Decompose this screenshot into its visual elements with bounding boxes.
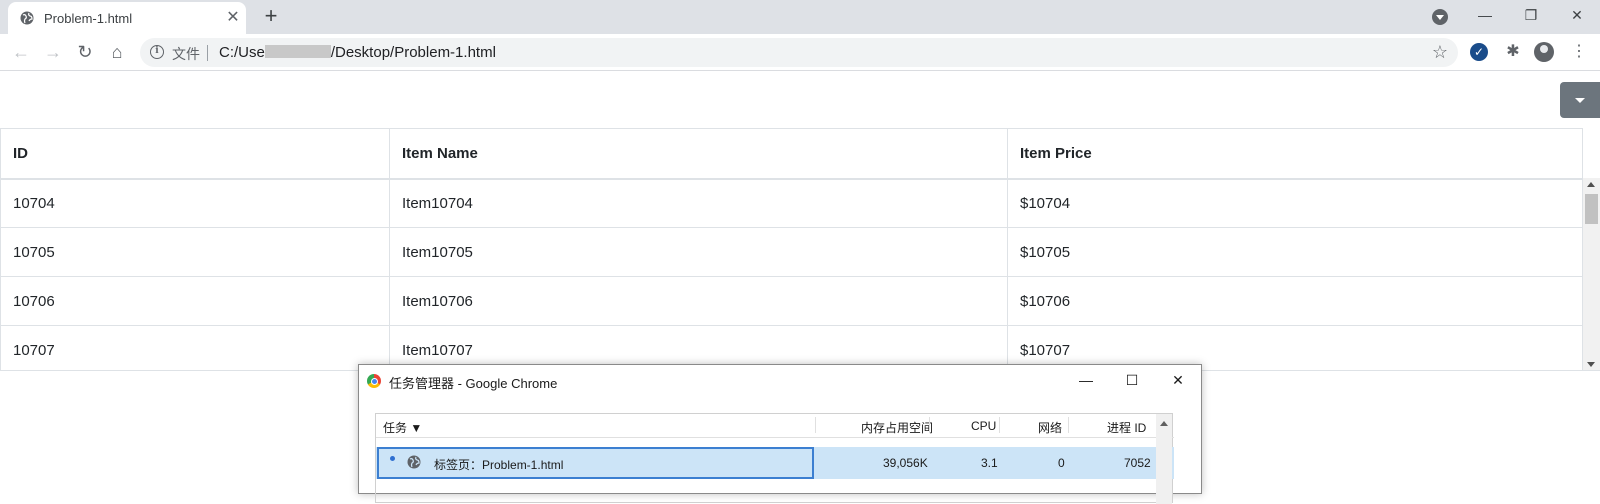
table-row: 10706 Item10706 $10706 [0,276,1583,326]
window-restore-button[interactable]: ❐ [1508,0,1554,30]
tab-search-icon[interactable] [1432,9,1448,25]
task-name: 标签页：Problem-1.html [434,458,564,472]
cell-item-price: $10704 [1007,178,1583,228]
url-suffix: /Desktop/Problem-1.html [330,44,496,61]
cell-item-price: $10706 [1007,276,1583,326]
task-row-selected[interactable]: 标签页：Problem-1.html 39,056K 3.1 0 7052 [376,447,1174,479]
task-list: 任务 ▼ 内存占用空间 CPU 网络 进程 ID 标签页：Problem-1.h… [375,413,1174,504]
column-header-process-id[interactable]: 进程 ID [1107,419,1146,436]
url-prefix: C:/Use [219,44,265,61]
new-tab-button[interactable]: + [260,5,282,28]
column-header-item-price: Item Price [1007,128,1583,180]
column-header-memory[interactable]: 内存占用空间 [861,419,933,436]
scroll-down-arrow-icon[interactable] [1587,362,1595,367]
task-network: 0 [1058,456,1065,470]
column-header-cpu[interactable]: CPU [971,419,996,433]
task-manager-maximize-button[interactable]: ☐ [1109,365,1155,395]
url-text[interactable]: C:/Use/Desktop/Problem-1.html [219,44,496,61]
table-header-row: ID Item Name Item Price [0,128,1583,180]
cell-id: 10707 [0,325,390,370]
globe-icon [20,11,34,25]
extension-check-icon[interactable]: ✓ [1470,43,1488,61]
task-list-scrollbar[interactable] [1156,414,1172,504]
task-cpu: 3.1 [981,456,998,470]
column-header-item-name: Item Name [389,128,1008,180]
omnibox-divider [207,45,208,61]
security-label: 文件 [172,46,200,62]
redacted-username [264,45,331,58]
cell-item-price: $10705 [1007,227,1583,277]
cell-id: 10705 [0,227,390,277]
scroll-up-arrow-icon[interactable] [1587,182,1595,187]
forward-arrow-icon[interactable]: → [42,41,64,63]
cell-item-name: Item10706 [389,276,1008,326]
window-minimize-button[interactable]: — [1462,0,1508,30]
task-process-id: 7052 [1124,456,1151,470]
table-row: 10705 Item10705 $10705 [0,227,1583,277]
chrome-logo-icon [367,374,381,388]
tab-title: Problem-1.html [44,11,133,26]
browser-tab[interactable]: Problem-1.html ✕ [8,2,246,34]
globe-icon [407,455,421,469]
status-dot-icon [390,456,395,461]
info-icon[interactable]: i [150,45,164,59]
tab-strip: Problem-1.html ✕ + — ❐ ✕ [0,0,1600,34]
column-header-network[interactable]: 网络 [1038,419,1062,436]
table-scrollbar[interactable] [1583,178,1600,370]
task-manager-close-button[interactable]: ✕ [1155,365,1201,395]
cell-item-name: Item10705 [389,227,1008,277]
back-arrow-icon[interactable]: ← [10,41,32,63]
more-menu-icon[interactable]: ⋮ [1568,41,1590,63]
home-icon[interactable]: ⌂ [106,41,128,63]
bookmark-star-icon[interactable]: ☆ [1432,42,1448,63]
task-manager-minimize-button[interactable]: — [1063,365,1109,395]
items-table-container: ID Item Name Item Price 10704 Item10704 … [0,128,1600,371]
task-manager-window: 任务管理器 - Google Chrome — ☐ ✕ 任务 ▼ 内存占用空间 … [358,364,1202,504]
task-memory: 39,056K [883,456,928,470]
profile-avatar-icon[interactable] [1534,42,1554,62]
extensions-puzzle-icon[interactable]: ✱ [1502,41,1524,63]
task-manager-title: 任务管理器 - Google Chrome [389,376,558,391]
column-header-task[interactable]: 任务 ▼ [383,419,422,436]
dropdown-toggle-button[interactable] [1560,82,1600,118]
tab-close-icon[interactable]: ✕ [224,9,242,27]
table-row: 10704 Item10704 $10704 [0,178,1583,228]
address-bar[interactable]: i 文件 C:/Use/Desktop/Problem-1.html ☆ [140,38,1458,67]
column-header-id: ID [0,128,390,180]
task-list-header: 任务 ▼ 内存占用空间 CPU 网络 进程 ID [376,414,1174,438]
window-close-button[interactable]: ✕ [1554,0,1600,30]
cell-item-name: Item10704 [389,178,1008,228]
scroll-thumb[interactable] [1585,194,1598,224]
reload-icon[interactable]: ↻ [74,41,96,63]
items-table: ID Item Name Item Price 10704 Item10704 … [0,128,1583,370]
cell-id: 10704 [0,178,390,228]
cell-id: 10706 [0,276,390,326]
browser-toolbar: ← → ↻ ⌂ i 文件 C:/Use/Desktop/Problem-1.ht… [0,34,1600,71]
